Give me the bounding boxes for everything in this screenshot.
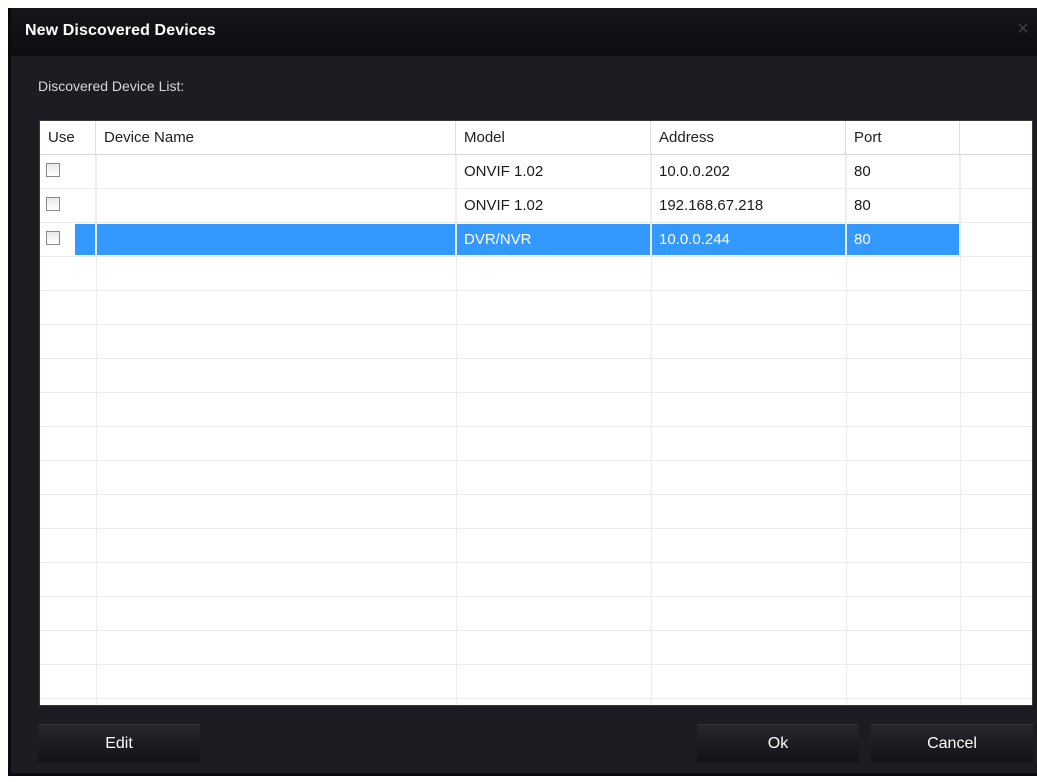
use-checkbox[interactable] — [46, 231, 60, 245]
device-name-cell — [96, 189, 456, 223]
empty-row — [40, 631, 1032, 665]
empty-row — [40, 393, 1032, 427]
device-name-cell — [96, 155, 456, 189]
discovered-devices-dialog: New Discovered Devices × Discovered Devi… — [8, 8, 1037, 776]
column-header-model[interactable]: Model — [456, 121, 651, 155]
address-cell: 192.168.67.218 — [651, 189, 846, 223]
empty-row — [40, 427, 1032, 461]
edit-button[interactable]: Edit — [38, 724, 200, 762]
cancel-button[interactable]: Cancel — [871, 724, 1033, 762]
use-cell — [40, 155, 96, 189]
use-checkbox[interactable] — [46, 163, 60, 177]
empty-row — [40, 665, 1032, 699]
ok-button[interactable]: Ok — [697, 724, 859, 762]
dialog-title: New Discovered Devices — [25, 22, 216, 39]
table-row-selected[interactable]: DVR/NVR 10.0.0.244 80 — [40, 223, 1032, 257]
empty-row — [40, 495, 1032, 529]
address-cell: 10.0.0.202 — [651, 155, 846, 189]
grid-line — [846, 155, 847, 705]
grid-line — [960, 155, 961, 705]
grid-line — [651, 155, 652, 705]
model-cell: DVR/NVR — [456, 223, 651, 257]
empty-row — [40, 257, 1032, 291]
column-header-device-name[interactable]: Device Name — [96, 121, 456, 155]
empty-row — [40, 563, 1032, 597]
use-cell — [40, 189, 96, 223]
grid-line — [96, 155, 97, 705]
column-header-address[interactable]: Address — [651, 121, 846, 155]
empty-row — [40, 325, 1032, 359]
port-cell: 80 — [846, 155, 960, 189]
column-header-filler — [960, 121, 1032, 155]
model-cell: ONVIF 1.02 — [456, 189, 651, 223]
column-header-port[interactable]: Port — [846, 121, 960, 155]
use-checkbox[interactable] — [46, 197, 60, 211]
empty-row — [40, 461, 1032, 495]
table-row[interactable]: ONVIF 1.02 10.0.0.202 80 — [40, 155, 1032, 189]
table-header: Use Device Name Model Address Port — [40, 121, 1032, 155]
table-row[interactable]: ONVIF 1.02 192.168.67.218 80 — [40, 189, 1032, 223]
model-cell: ONVIF 1.02 — [456, 155, 651, 189]
address-cell: 10.0.0.244 — [651, 223, 846, 257]
use-cell — [40, 223, 96, 257]
grid-line — [456, 155, 457, 705]
empty-row — [40, 529, 1032, 563]
empty-row — [40, 597, 1032, 631]
title-bar[interactable]: New Discovered Devices × — [11, 8, 1037, 56]
column-header-use[interactable]: Use — [40, 121, 96, 155]
device-list-label: Discovered Device List: — [38, 78, 185, 94]
port-cell: 80 — [846, 223, 960, 257]
close-icon[interactable]: × — [1013, 18, 1033, 40]
device-name-cell — [96, 223, 456, 257]
empty-row — [40, 291, 1032, 325]
device-table: Use Device Name Model Address Port ONVIF… — [39, 120, 1033, 706]
port-cell: 80 — [846, 189, 960, 223]
empty-row — [40, 359, 1032, 393]
